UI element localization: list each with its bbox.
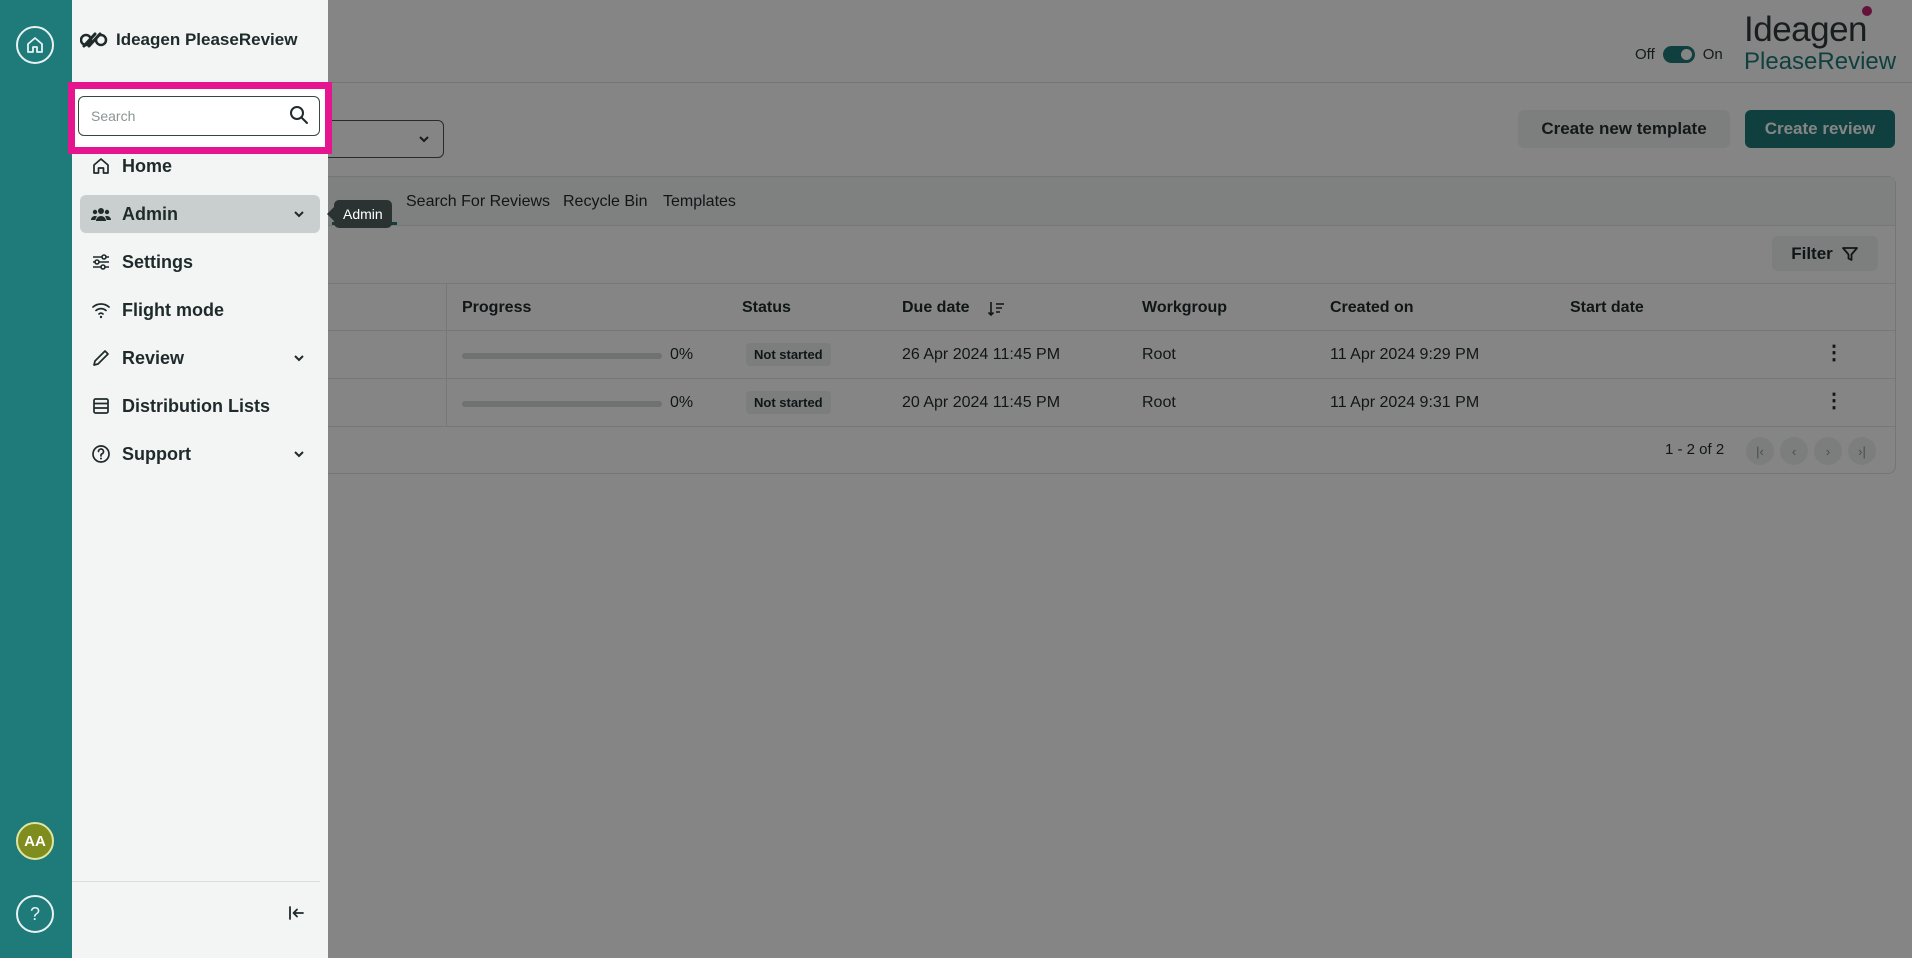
pencil-icon xyxy=(90,349,112,367)
nav-item-home[interactable]: Home xyxy=(80,147,320,185)
nav-item-label: Support xyxy=(122,443,191,464)
chevron-down-icon xyxy=(294,451,304,458)
help-circle-icon xyxy=(90,444,112,464)
pleasereview-logo-icon xyxy=(80,32,108,48)
drawer-title: Ideagen PleaseReview xyxy=(80,30,297,50)
nav-item-settings[interactable]: Settings xyxy=(80,243,320,281)
nav-item-label: Home xyxy=(122,155,173,176)
nav-item-admin[interactable]: Admin xyxy=(80,195,320,233)
nav-item-label: Distribution Lists xyxy=(122,395,270,416)
nav-drawer: Ideagen PleaseReview Home Admin Settings… xyxy=(68,0,332,958)
rail-home-button[interactable] xyxy=(16,26,54,64)
help-button[interactable]: ? xyxy=(16,895,54,933)
chevron-down-icon xyxy=(294,355,304,362)
nav-item-label: Flight mode xyxy=(122,299,224,320)
sliders-icon xyxy=(90,253,112,271)
nav-item-label: Settings xyxy=(122,251,194,272)
nav-item-label: Admin xyxy=(122,203,178,224)
nav-item-flight-mode[interactable]: Flight mode xyxy=(80,291,320,329)
home-icon xyxy=(90,157,112,175)
avatar[interactable]: AA xyxy=(16,822,54,860)
list-icon xyxy=(90,397,112,415)
nav-rail-front: AA ? xyxy=(0,0,72,958)
nav-item-label: Review xyxy=(122,347,185,368)
admin-tooltip: Admin xyxy=(327,200,392,228)
nav-item-distribution-lists[interactable]: Distribution Lists xyxy=(80,387,320,425)
drawer-title-text: Ideagen PleaseReview xyxy=(116,30,298,49)
drawer-divider xyxy=(72,881,320,882)
chevron-down-icon xyxy=(294,211,304,218)
wifi-icon xyxy=(90,301,112,319)
search-icon[interactable] xyxy=(289,105,309,125)
search-highlight xyxy=(68,82,332,154)
nav-item-support[interactable]: Support xyxy=(80,435,320,473)
search-input[interactable] xyxy=(78,96,320,136)
home-icon xyxy=(27,37,43,53)
collapse-drawer-icon[interactable] xyxy=(288,904,306,922)
nav-item-review[interactable]: Review xyxy=(80,339,320,377)
users-icon xyxy=(90,205,112,223)
